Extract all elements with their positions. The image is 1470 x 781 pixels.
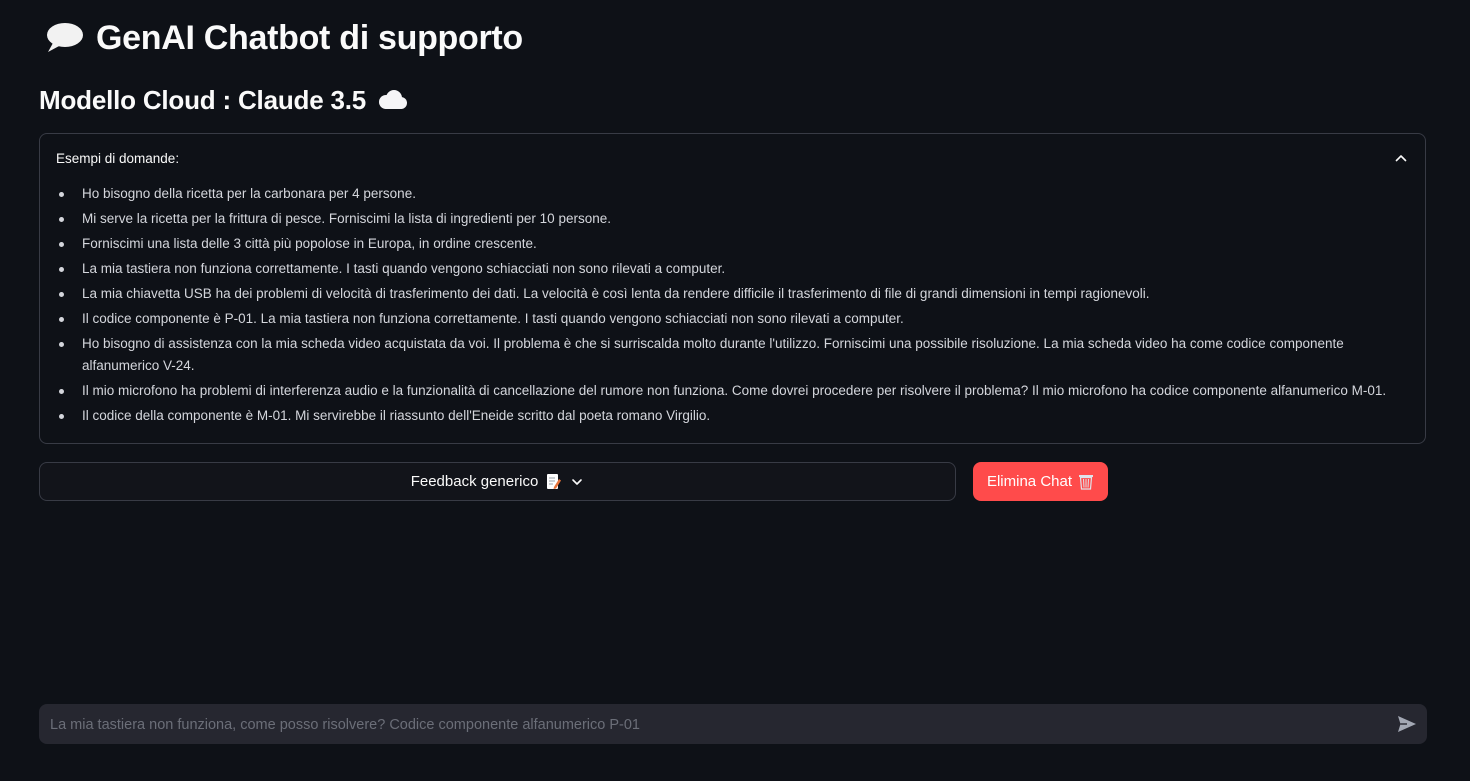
page-title: GenAI Chatbot di supporto bbox=[44, 17, 523, 59]
cloud-icon bbox=[376, 88, 408, 112]
chat-input[interactable] bbox=[48, 704, 1382, 746]
chat-input-bar bbox=[39, 704, 1427, 746]
example-question-item: Ho bisogno di assistenza con la mia sche… bbox=[56, 333, 1403, 377]
chevron-down-icon bbox=[570, 475, 584, 489]
chevron-up-icon[interactable] bbox=[1393, 150, 1409, 166]
delete-chat-label: Elimina Chat bbox=[986, 473, 1073, 490]
examples-expander-label: Esempi di domande: bbox=[56, 150, 180, 166]
page-subtitle-text: Modello Cloud : Claude 3.5 bbox=[39, 84, 367, 115]
example-question-item: Il codice componente è P-01. La mia tast… bbox=[56, 308, 1403, 330]
example-question-item: La mia tastiera non funziona correttamen… bbox=[56, 258, 1403, 280]
send-button[interactable] bbox=[1396, 714, 1418, 734]
example-question-item: Il mio microfono ha problemi di interfer… bbox=[56, 380, 1403, 402]
example-question-item: Forniscimi una lista delle 3 città più p… bbox=[56, 233, 1403, 255]
app-page: GenAI Chatbot di supporto Modello Cloud … bbox=[0, 0, 1470, 781]
feedback-dropdown-button[interactable]: Feedback generico bbox=[39, 462, 956, 501]
feedback-button-label: Feedback generico bbox=[410, 473, 539, 490]
memo-icon bbox=[545, 473, 562, 490]
example-question-item: Ho bisogno della ricetta per la carbonar… bbox=[56, 183, 1403, 205]
examples-list: Ho bisogno della ricetta per la carbonar… bbox=[56, 183, 1403, 430]
example-question-item: Mi serve la ricetta per la frittura di p… bbox=[56, 208, 1403, 230]
wastebasket-icon bbox=[1078, 473, 1094, 490]
speech-balloon-icon bbox=[44, 18, 84, 58]
example-question-item: La mia chiavetta USB ha dei problemi di … bbox=[56, 283, 1403, 305]
example-question-item: Il codice della componente è M-01. Mi se… bbox=[56, 405, 1403, 427]
page-subtitle: Modello Cloud : Claude 3.5 bbox=[39, 83, 408, 117]
examples-expander-header[interactable]: Esempi di domande: bbox=[56, 148, 1409, 168]
delete-chat-button[interactable]: Elimina Chat bbox=[973, 462, 1108, 501]
send-icon bbox=[1398, 716, 1416, 732]
page-title-text: GenAI Chatbot di supporto bbox=[96, 18, 523, 57]
examples-expander: Esempi di domande: Ho bisogno della rice… bbox=[39, 133, 1426, 444]
